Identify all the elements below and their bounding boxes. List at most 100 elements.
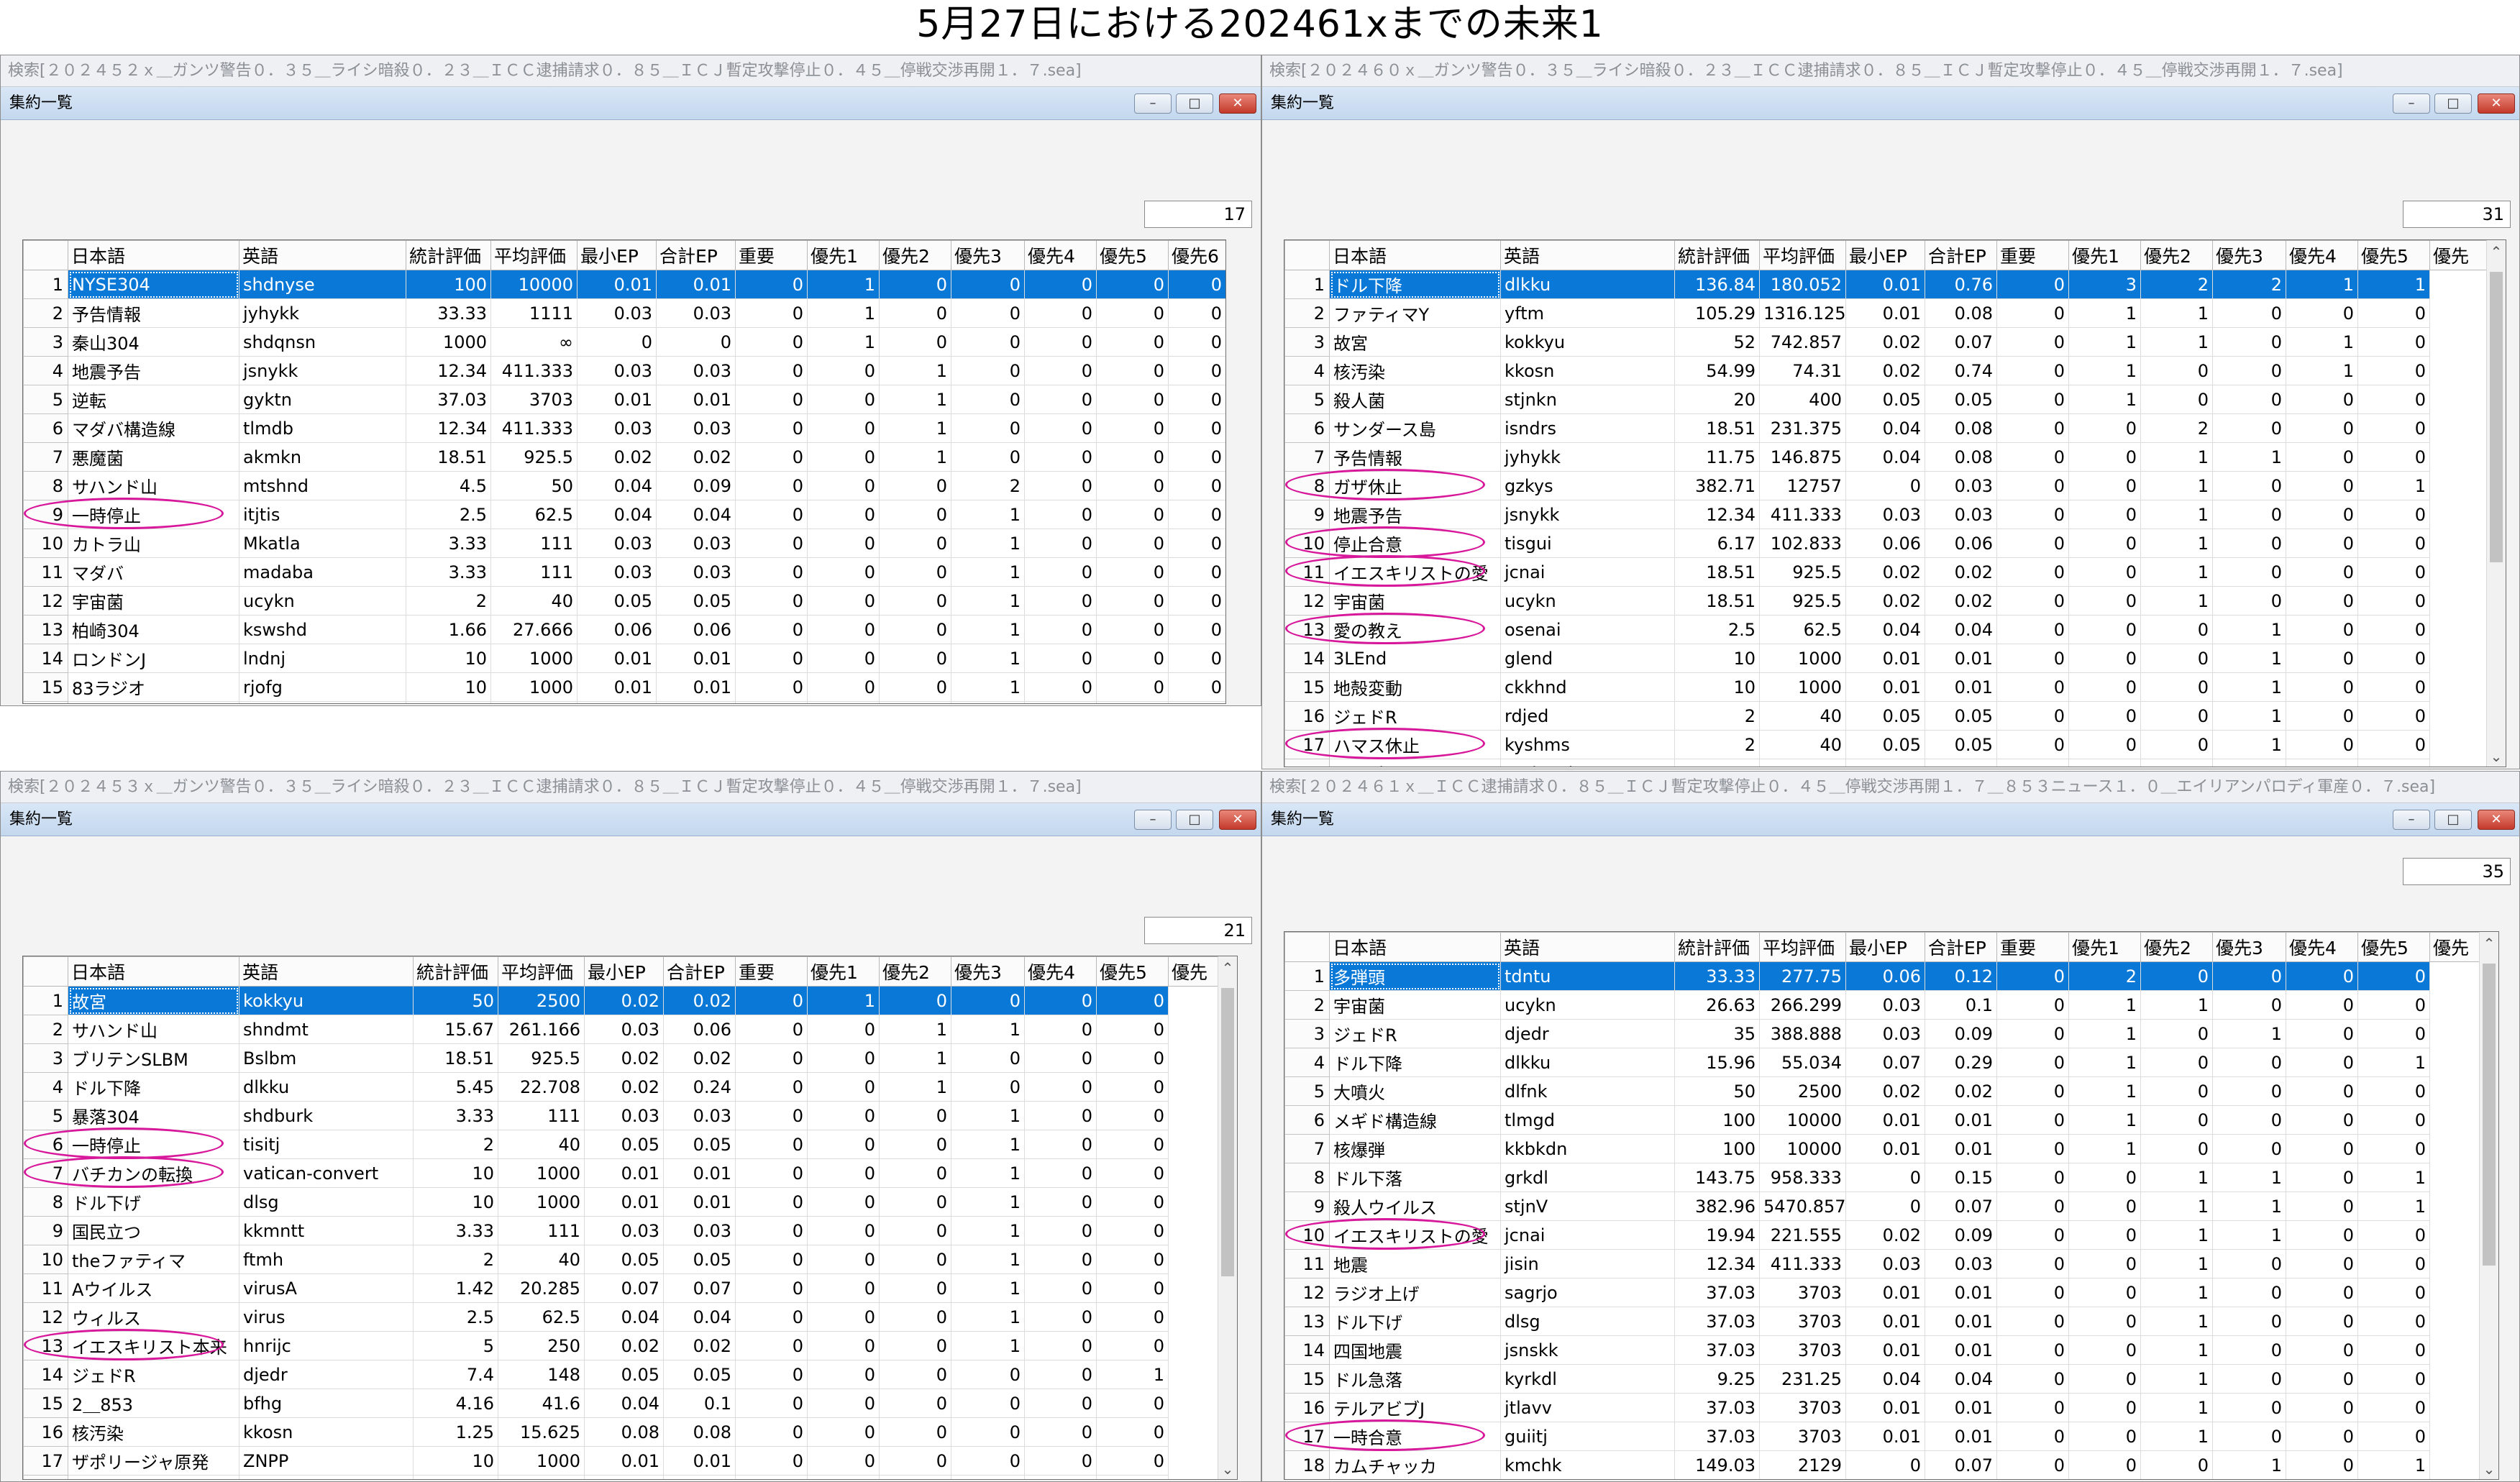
- japanese-name-cell[interactable]: ロンドンJ: [68, 644, 239, 673]
- row-number[interactable]: 7: [1284, 1134, 1330, 1163]
- chevron-up-icon[interactable]: ⌃: [2480, 935, 2498, 952]
- value-cell[interactable]: 0.02: [1845, 356, 1925, 385]
- value-cell[interactable]: 0.01: [663, 1446, 736, 1476]
- table-row[interactable]: 1 NYSE304 shdnyse 100 10000 0.01 0.01 0 1 0 0 0 0 0: [23, 270, 1225, 299]
- japanese-name-cell[interactable]: 四国地震: [1329, 1335, 1501, 1365]
- value-cell[interactable]: 0: [2212, 356, 2286, 385]
- row-number[interactable]: 16: [1284, 701, 1330, 731]
- column-header[interactable]: 最小EP: [584, 956, 664, 987]
- english-name-cell[interactable]: virus: [239, 1302, 414, 1332]
- row-number[interactable]: 11: [23, 1273, 68, 1303]
- table-row[interactable]: 6 メギド構造線 tlmgd 100 10000 0.01 0.01 0 1 0 0 0 0: [1284, 1105, 2480, 1135]
- value-cell[interactable]: 1: [2140, 586, 2213, 616]
- value-cell[interactable]: 0: [2286, 1019, 2358, 1048]
- value-cell[interactable]: 0: [1996, 327, 2069, 357]
- value-cell[interactable]: 0: [735, 1389, 808, 1418]
- value-cell[interactable]: 0.02: [663, 986, 736, 1015]
- value-cell[interactable]: 1: [2140, 327, 2213, 357]
- japanese-name-cell[interactable]: 核汚染: [1329, 356, 1501, 385]
- value-cell[interactable]: 0.06: [577, 615, 657, 644]
- value-cell[interactable]: 1: [2212, 1450, 2286, 1479]
- value-cell[interactable]: 1: [2212, 1220, 2286, 1250]
- value-cell[interactable]: 0: [1168, 672, 1225, 702]
- value-cell[interactable]: 0: [2212, 557, 2286, 587]
- value-cell[interactable]: 0: [951, 442, 1025, 472]
- minimize-button[interactable]: –: [2393, 810, 2430, 830]
- close-button[interactable]: ✕: [1219, 810, 1256, 830]
- value-cell[interactable]: 0.02: [584, 1072, 664, 1102]
- value-cell[interactable]: 1: [951, 586, 1025, 616]
- japanese-name-cell[interactable]: ブリテンSLBM: [68, 1043, 239, 1073]
- table-row[interactable]: 16 核汚染 kkosn 1.25 15.625 0.08 0.08 0 0 0 0 0 0: [23, 1417, 1219, 1447]
- value-cell[interactable]: 0: [1996, 1163, 2069, 1192]
- row-number[interactable]: 16: [23, 1417, 68, 1447]
- value-cell[interactable]: 0.01: [577, 644, 657, 673]
- value-cell[interactable]: 0.01: [656, 644, 736, 673]
- value-cell[interactable]: 0.03: [1845, 1249, 1925, 1279]
- value-cell[interactable]: 2.5: [1674, 615, 1760, 644]
- value-cell[interactable]: 0: [735, 1273, 808, 1303]
- row-number[interactable]: 11: [23, 557, 68, 587]
- value-cell[interactable]: 0: [735, 413, 808, 443]
- row-number[interactable]: 19: [1285, 1480, 1330, 1481]
- value-cell[interactable]: 148: [498, 1360, 585, 1389]
- value-cell[interactable]: 0: [735, 1417, 808, 1447]
- japanese-name-cell[interactable]: イエスキリスト本来: [68, 1331, 239, 1360]
- value-cell[interactable]: 1: [807, 327, 880, 357]
- maximize-button[interactable]: □: [1176, 93, 1213, 114]
- close-button[interactable]: ✕: [2478, 810, 2515, 830]
- value-cell[interactable]: 37.03: [1674, 1422, 1760, 1451]
- value-cell[interactable]: 2: [1674, 759, 1760, 767]
- row-number[interactable]: 6: [23, 413, 68, 443]
- table-row[interactable]: 7 悪魔菌 akmkn 18.51 925.5 0.02 0.02 0 0 1 0 0 0 0: [23, 442, 1225, 472]
- value-cell[interactable]: 0: [951, 986, 1025, 1015]
- value-cell[interactable]: 0: [1168, 586, 1225, 616]
- japanese-name-cell[interactable]: ジェドR: [1329, 1019, 1501, 1048]
- japanese-name-cell[interactable]: カトラ山: [68, 529, 239, 558]
- japanese-name-cell[interactable]: 柏崎304: [68, 615, 239, 644]
- row-number[interactable]: 6: [1284, 1105, 1330, 1135]
- value-cell[interactable]: 0: [735, 1475, 808, 1479]
- column-header[interactable]: 日本語: [1329, 932, 1501, 962]
- value-cell[interactable]: 0.01: [1845, 1134, 1925, 1163]
- value-cell[interactable]: 0: [2068, 586, 2141, 616]
- value-cell[interactable]: 1: [879, 413, 951, 443]
- value-cell[interactable]: 10: [1674, 672, 1760, 702]
- value-cell[interactable]: 0: [807, 1015, 880, 1044]
- value-cell[interactable]: 111: [490, 529, 578, 558]
- english-name-cell[interactable]: Mkatla: [239, 529, 406, 558]
- window-titlebar[interactable]: 集約一覧 – □ ✕: [1262, 87, 2519, 120]
- value-cell[interactable]: 0: [951, 1446, 1025, 1476]
- value-cell[interactable]: 1: [2212, 759, 2286, 767]
- column-header[interactable]: 最小EP: [1845, 932, 1925, 962]
- row-number[interactable]: 10: [1284, 1220, 1330, 1250]
- value-cell[interactable]: 0: [2286, 442, 2358, 472]
- english-name-cell[interactable]: kkosn: [239, 1417, 414, 1447]
- value-cell[interactable]: 1: [951, 1187, 1025, 1217]
- value-cell[interactable]: 0.02: [1845, 1220, 1925, 1250]
- value-cell[interactable]: 0: [951, 1072, 1025, 1102]
- table-row[interactable]: 18アンポイ304ambysd2400.050.05000100: [1284, 759, 2488, 767]
- value-cell[interactable]: 0: [951, 298, 1025, 328]
- value-cell[interactable]: 0: [2212, 1422, 2286, 1451]
- value-cell[interactable]: 0: [807, 1101, 880, 1130]
- value-cell[interactable]: 0: [2212, 586, 2286, 616]
- value-cell[interactable]: 0.02: [584, 986, 664, 1015]
- value-cell[interactable]: 1: [2286, 270, 2358, 299]
- column-header[interactable]: 優先1: [2068, 240, 2141, 270]
- value-cell[interactable]: 0: [2286, 730, 2358, 759]
- table-row[interactable]: 15 ドル急落 kyrkdl 9.25 231.25 0.04 0.04 0 0 1 0 0 0: [1284, 1364, 2480, 1394]
- value-cell[interactable]: 0: [735, 471, 808, 500]
- value-cell[interactable]: 0.04: [577, 500, 657, 529]
- value-cell[interactable]: 0: [2068, 644, 2141, 673]
- value-cell[interactable]: 0: [2357, 644, 2430, 673]
- value-cell[interactable]: 221.555: [1759, 1220, 1846, 1250]
- row-number[interactable]: 18: [1284, 759, 1330, 767]
- value-cell[interactable]: 10000: [490, 270, 578, 299]
- column-header[interactable]: 平均評価: [1759, 932, 1846, 962]
- value-cell[interactable]: 0: [1168, 529, 1225, 558]
- value-cell[interactable]: 1: [951, 1245, 1025, 1274]
- value-cell[interactable]: 0.01: [1925, 1278, 1997, 1307]
- value-cell[interactable]: 0: [1996, 270, 2069, 299]
- value-cell[interactable]: 0: [1024, 1072, 1097, 1102]
